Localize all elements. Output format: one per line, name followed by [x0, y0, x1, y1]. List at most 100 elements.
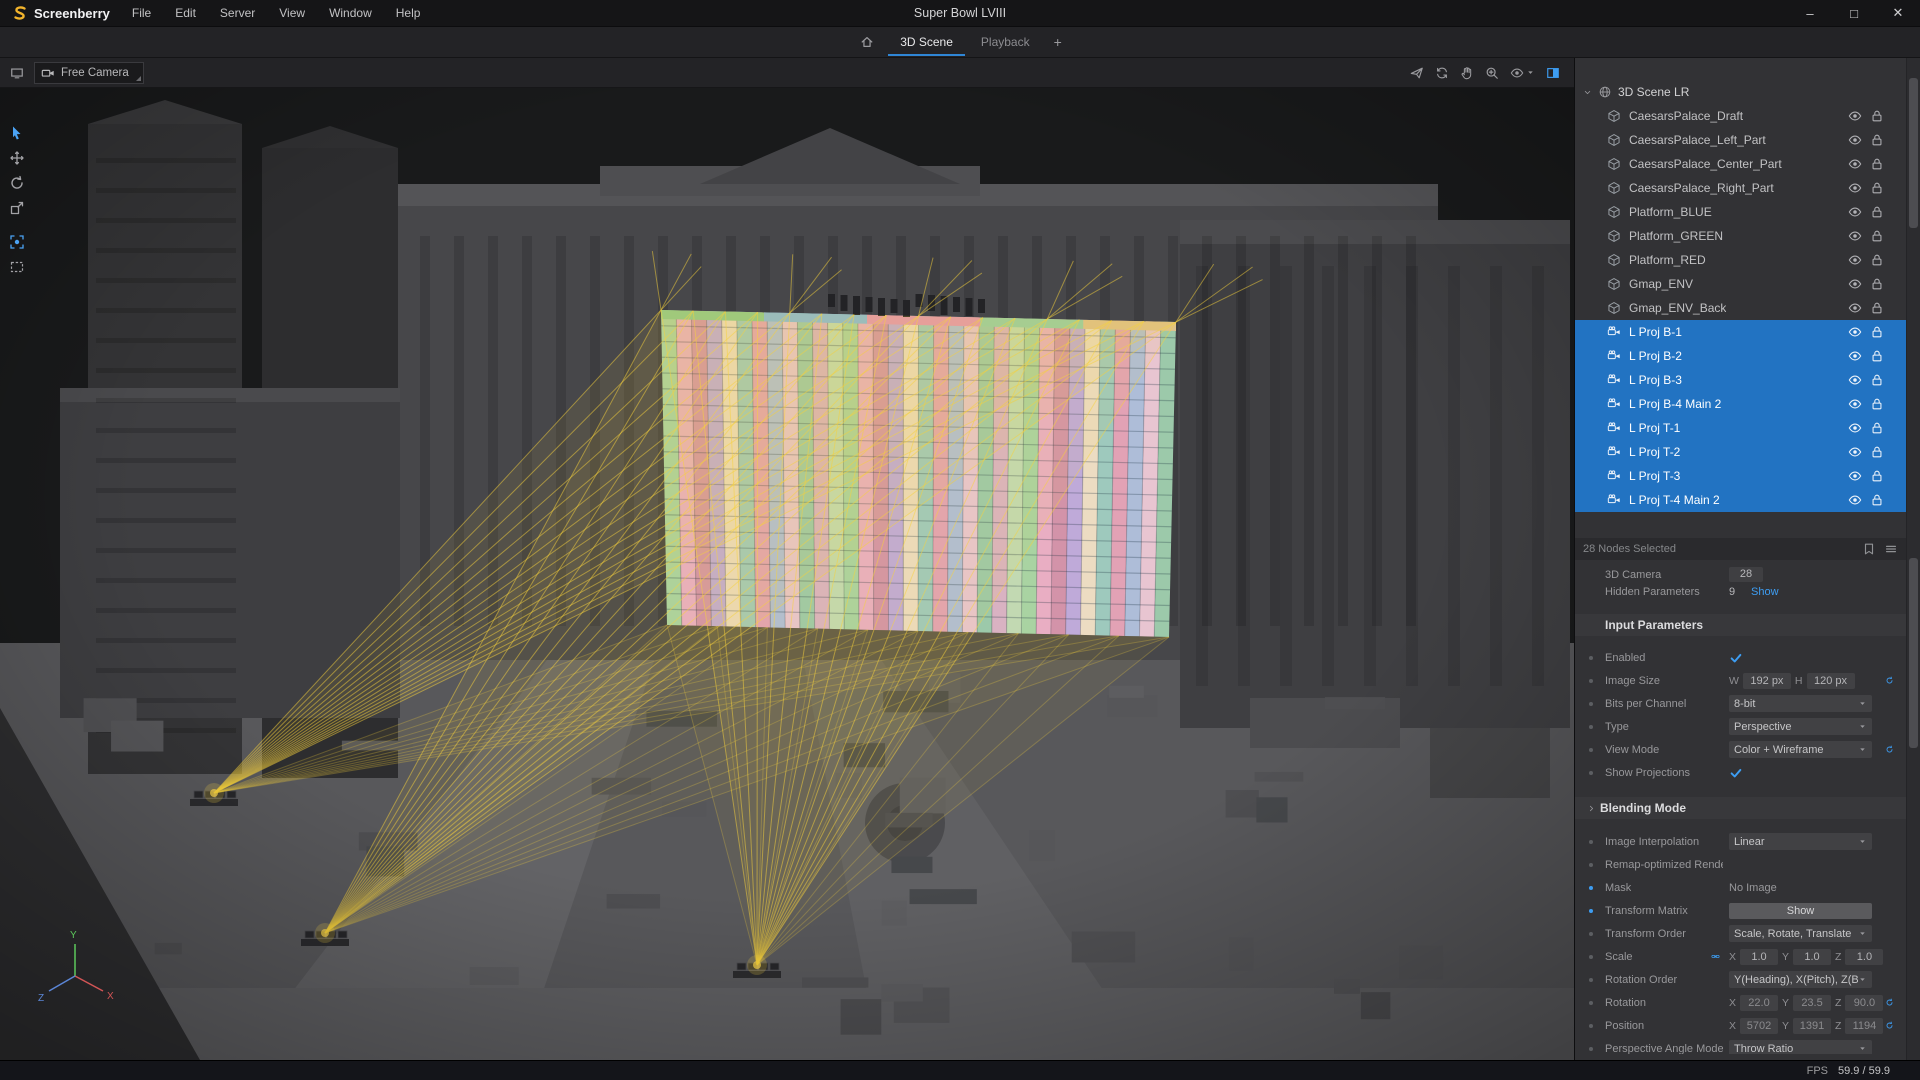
tree-node[interactable]: CaesarsPalace_Draft	[1575, 104, 1906, 128]
tree-root-node[interactable]: 3D Scene LR	[1575, 80, 1906, 104]
tree-node[interactable]: Platform_GREEN	[1575, 224, 1906, 248]
visibility-icon[interactable]	[1510, 66, 1535, 80]
eye-icon[interactable]	[1848, 349, 1862, 363]
eye-icon[interactable]	[1848, 181, 1862, 195]
pan-tool-icon[interactable]	[1460, 66, 1474, 80]
lock-icon[interactable]	[1870, 349, 1884, 363]
close-button[interactable]: ✕	[1876, 0, 1920, 26]
tab-3d-scene[interactable]: 3D Scene	[888, 29, 965, 56]
scrollbar-thumb[interactable]	[1909, 558, 1918, 748]
tree-node[interactable]: L Proj B-4 Main 2	[1575, 392, 1906, 416]
tree-node[interactable]: Platform_BLUE	[1575, 200, 1906, 224]
lock-icon[interactable]	[1870, 157, 1884, 171]
eye-icon[interactable]	[1848, 373, 1862, 387]
lock-icon[interactable]	[1870, 181, 1884, 195]
panel-scrollbar[interactable]	[1906, 58, 1920, 1060]
zoom-tool-icon[interactable]	[1485, 66, 1499, 80]
scale-z-field[interactable]: 1.0	[1845, 949, 1883, 965]
eye-icon[interactable]	[1848, 157, 1862, 171]
tree-node[interactable]: L Proj T-2	[1575, 440, 1906, 464]
menu-item[interactable]: Edit	[163, 6, 208, 20]
lock-icon[interactable]	[1870, 397, 1884, 411]
rotation-x-field[interactable]: 22.0	[1740, 995, 1778, 1011]
tree-node[interactable]: Gmap_ENV	[1575, 272, 1906, 296]
move-tool-icon[interactable]	[9, 150, 25, 166]
scale-x-field[interactable]: 1.0	[1740, 949, 1778, 965]
view-mode-select[interactable]: Color + Wireframe	[1729, 741, 1872, 758]
marquee-tool-icon[interactable]	[9, 259, 25, 275]
menu-item[interactable]: Help	[384, 6, 433, 20]
position-y-field[interactable]: 1391	[1793, 1018, 1831, 1034]
maximize-button[interactable]: □	[1832, 0, 1876, 26]
position-x-field[interactable]: 5702	[1740, 1018, 1778, 1034]
eye-icon[interactable]	[1848, 253, 1862, 267]
tab-playback[interactable]: Playback	[969, 29, 1042, 56]
tree-node[interactable]: L Proj T-1	[1575, 416, 1906, 440]
lock-icon[interactable]	[1870, 133, 1884, 147]
minimize-button[interactable]: –	[1788, 0, 1832, 26]
rotate-tool-icon[interactable]	[9, 175, 25, 191]
eye-icon[interactable]	[1848, 205, 1862, 219]
tree-node[interactable]: L Proj T-3	[1575, 464, 1906, 488]
bits-per-channel-select[interactable]: 8-bit	[1729, 695, 1872, 712]
add-tab-button[interactable]: +	[1046, 28, 1070, 57]
type-select[interactable]: Perspective	[1729, 718, 1872, 735]
show-matrix-button[interactable]: Show	[1729, 903, 1872, 919]
lock-icon[interactable]	[1870, 493, 1884, 507]
eye-icon[interactable]	[1848, 397, 1862, 411]
tree-node[interactable]: L Proj B-2	[1575, 344, 1906, 368]
tree-node[interactable]: L Proj B-3	[1575, 368, 1906, 392]
eye-icon[interactable]	[1848, 301, 1862, 315]
tree-node[interactable]: L Proj B-1	[1575, 320, 1906, 344]
select-tool-icon[interactable]	[9, 125, 25, 141]
eye-icon[interactable]	[1848, 229, 1862, 243]
checkmark-icon[interactable]	[1729, 766, 1743, 780]
tree-node[interactable]: CaesarsPalace_Left_Part	[1575, 128, 1906, 152]
menu-item[interactable]: Server	[208, 6, 267, 20]
lock-icon[interactable]	[1870, 109, 1884, 123]
tree-node[interactable]: CaesarsPalace_Right_Part	[1575, 176, 1906, 200]
width-field[interactable]: 192 px	[1743, 673, 1791, 689]
position-z-field[interactable]: 1194	[1845, 1018, 1883, 1034]
lock-icon[interactable]	[1870, 469, 1884, 483]
link-axes-icon[interactable]	[1711, 952, 1720, 961]
reset-icon[interactable]	[1885, 998, 1894, 1007]
eye-icon[interactable]	[1848, 277, 1862, 291]
lock-icon[interactable]	[1870, 373, 1884, 387]
checkmark-icon[interactable]	[1729, 651, 1743, 665]
interpolation-select[interactable]: Linear	[1729, 833, 1872, 850]
rotation-order-select[interactable]: Y(Heading), X(Pitch), Z(B	[1729, 971, 1872, 988]
rotation-z-field[interactable]: 90.0	[1845, 995, 1883, 1011]
menu-item[interactable]: View	[267, 6, 317, 20]
scale-tool-icon[interactable]	[9, 200, 25, 216]
split-view-icon[interactable]	[1546, 66, 1560, 80]
focus-tool-icon[interactable]	[9, 234, 25, 250]
display-mode-icon[interactable]	[10, 66, 24, 80]
camera-selector[interactable]: Free Camera	[34, 62, 144, 84]
scale-y-field[interactable]: 1.0	[1793, 949, 1831, 965]
show-hidden-button[interactable]: Show	[1751, 586, 1779, 598]
lock-icon[interactable]	[1870, 253, 1884, 267]
menu-item[interactable]: File	[120, 6, 163, 20]
scrollbar-thumb[interactable]	[1909, 78, 1918, 228]
eye-icon[interactable]	[1848, 133, 1862, 147]
perspective-angle-mode-select[interactable]: Throw Ratio	[1729, 1040, 1872, 1054]
eye-icon[interactable]	[1848, 421, 1862, 435]
eye-icon[interactable]	[1848, 493, 1862, 507]
height-field[interactable]: 120 px	[1807, 673, 1855, 689]
home-tab-icon[interactable]	[850, 35, 884, 49]
reset-icon[interactable]	[1885, 745, 1894, 754]
lock-icon[interactable]	[1870, 229, 1884, 243]
tree-node[interactable]: CaesarsPalace_Center_Part	[1575, 152, 1906, 176]
lock-icon[interactable]	[1870, 445, 1884, 459]
lock-icon[interactable]	[1870, 421, 1884, 435]
reset-icon[interactable]	[1885, 676, 1894, 685]
lock-icon[interactable]	[1870, 205, 1884, 219]
refresh-icon[interactable]	[1435, 66, 1449, 80]
fly-mode-icon[interactable]	[1410, 66, 1424, 80]
chevron-down-icon[interactable]	[1583, 88, 1592, 97]
rotation-y-field[interactable]: 23.5	[1793, 995, 1831, 1011]
eye-icon[interactable]	[1848, 325, 1862, 339]
transform-order-select[interactable]: Scale, Rotate, Translate	[1729, 925, 1872, 942]
reset-icon[interactable]	[1885, 1021, 1894, 1030]
